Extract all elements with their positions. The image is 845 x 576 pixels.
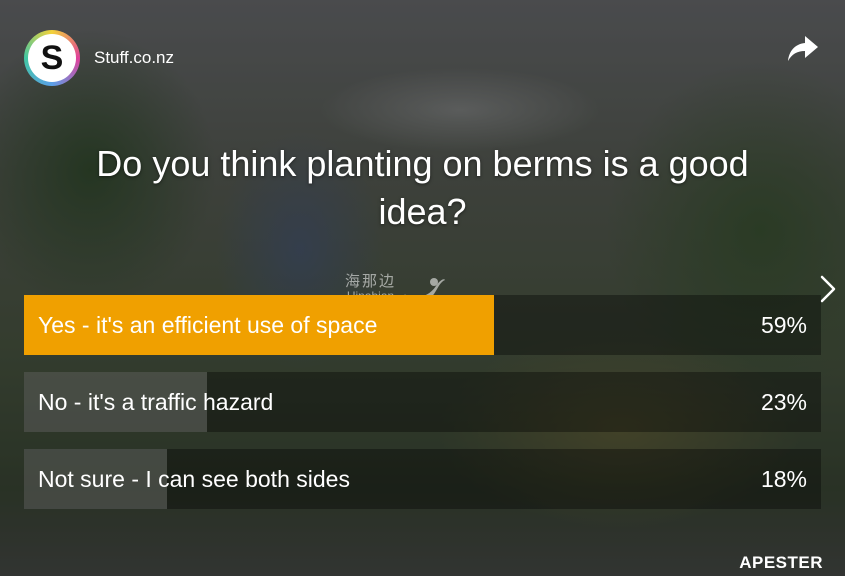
poll-question: Do you think planting on berms is a good… bbox=[96, 143, 749, 232]
logo-letter: S bbox=[28, 34, 76, 82]
apester-logo[interactable]: APESTER bbox=[739, 553, 823, 573]
share-arrow-icon[interactable] bbox=[787, 34, 819, 64]
answer-percent: 18% bbox=[760, 466, 807, 492]
answer-percent: 23% bbox=[760, 389, 807, 415]
stuff-logo-icon: S bbox=[24, 30, 80, 86]
answer-label: Yes - it's an efficient use of space bbox=[38, 312, 378, 338]
brand-name: Stuff.co.nz bbox=[94, 48, 175, 67]
brand-header[interactable]: S Stuff.co.nz bbox=[24, 30, 174, 86]
answer-label: Not sure - I can see both sides bbox=[38, 466, 350, 492]
poll-card: S Stuff.co.nz Do you think planting on b… bbox=[0, 0, 845, 576]
poll-answer-option[interactable]: Yes - it's an efficient use of space 59% bbox=[24, 295, 821, 355]
answer-percent: 59% bbox=[760, 312, 807, 338]
poll-answer-option[interactable]: No - it's a traffic hazard 23% bbox=[24, 372, 821, 432]
watermark-chinese: 海那边 bbox=[345, 273, 397, 290]
poll-answer-option[interactable]: Not sure - I can see both sides 18% bbox=[24, 449, 821, 509]
answer-label: No - it's a traffic hazard bbox=[38, 389, 274, 415]
